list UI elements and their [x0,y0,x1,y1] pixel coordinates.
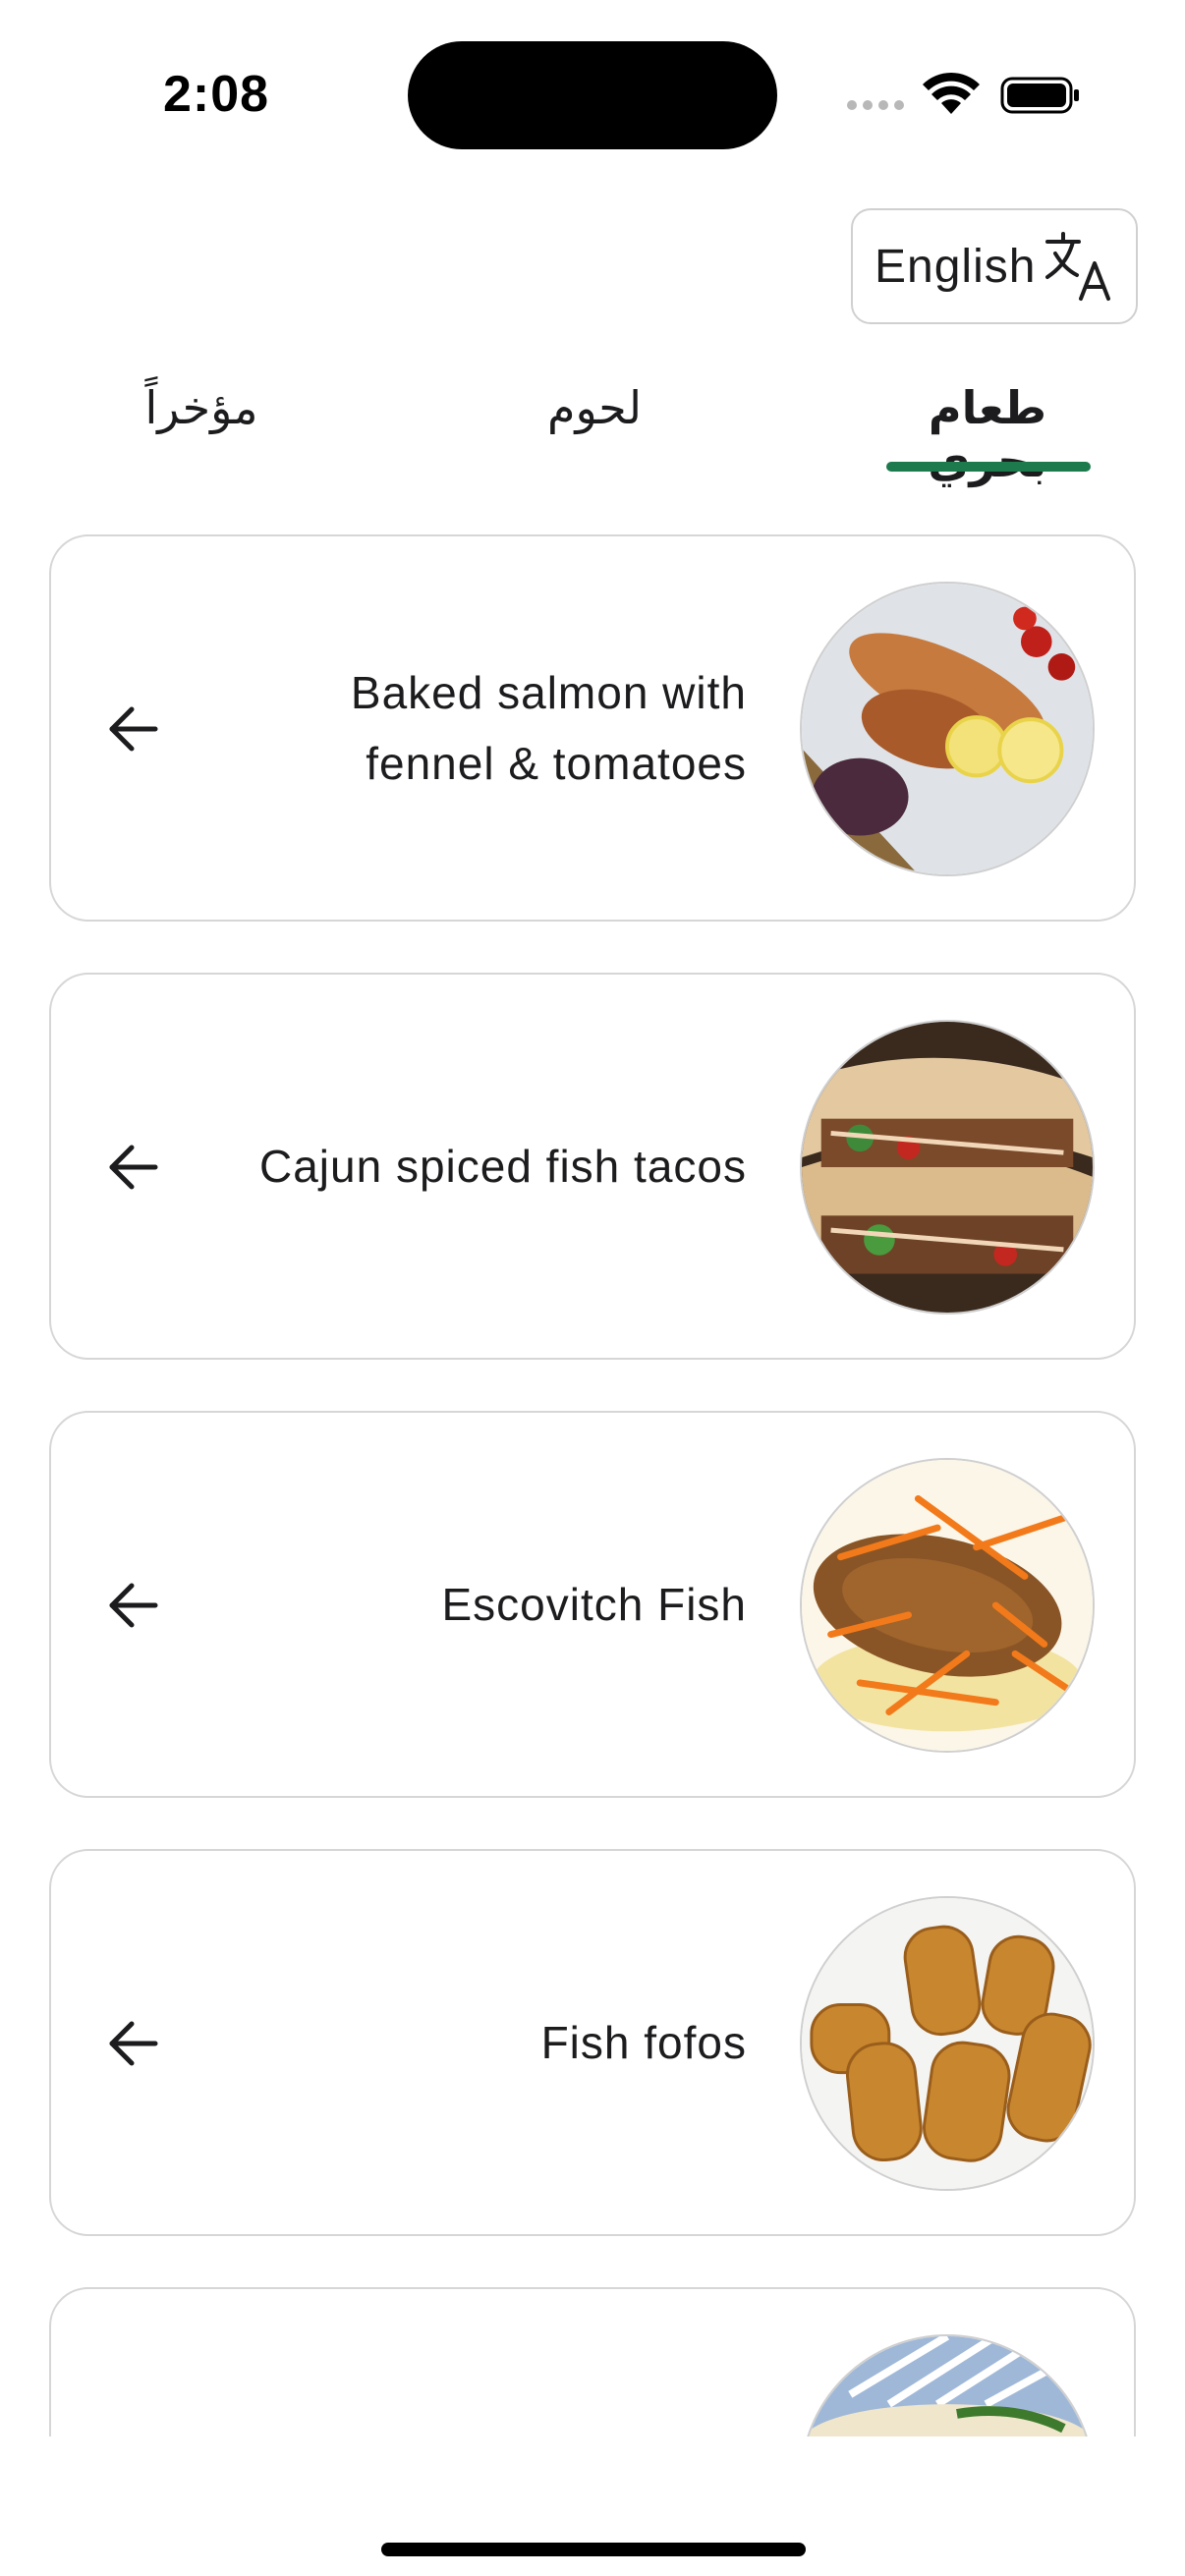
arrow-left-icon [109,1145,158,1190]
recipe-title: Baked salmon with fennel & tomatoes [350,667,747,789]
baked-salmon-image [800,582,1095,876]
recipe-card-baked-salmon[interactable]: Baked salmon with fennel & tomatoes [49,534,1136,922]
recipe-title: Cajun spiced fish tacos [258,1141,747,1192]
recipe-title: Fish fofos [540,2017,747,2068]
recipe-card-fish-fofos[interactable]: Fish fofos [49,1849,1136,2236]
recipe-card-partial[interactable] [49,2287,1136,2436]
arrow-left-icon [109,2021,158,2066]
recipe-card-fish-tacos[interactable]: Cajun spiced fish tacos [49,973,1136,1360]
arrow-left-icon [109,1583,158,1628]
fish-fofos-image [800,1896,1095,2191]
recipe-list[interactable]: Baked salmon with fennel & tomatoes Caju… [0,0,1185,2436]
recipe-card-escovitch-fish[interactable]: Escovitch Fish [49,1411,1136,1798]
escovitch-fish-image [800,1458,1095,1753]
recipe-title: Escovitch Fish [441,1579,747,1630]
home-indicator [381,2543,806,2556]
app-screen: 2:08 English طعام بحري لحوم مؤخراً Baked… [0,0,1185,2576]
arrow-left-icon [109,706,158,752]
fish-tacos-image [800,1020,1095,1315]
partial-dish-image [800,2334,1095,2436]
